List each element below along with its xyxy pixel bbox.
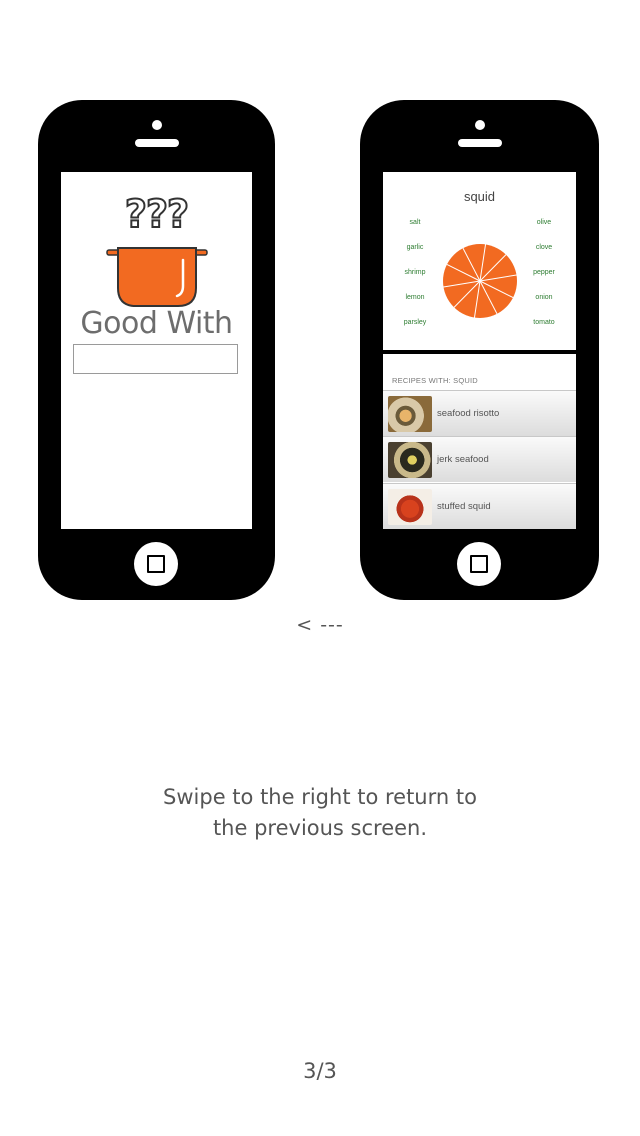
recipe-name: jerk seafood <box>437 454 489 465</box>
ingredient-card: squid salt garlic shrimp lemon parsley o… <box>383 172 576 350</box>
ingredient-search-input[interactable] <box>73 344 238 374</box>
ingredient-item[interactable]: pepper <box>524 269 564 276</box>
recipe-thumbnail <box>388 442 432 478</box>
ingredient-item[interactable]: lemon <box>395 294 435 301</box>
home-square-icon <box>147 555 165 573</box>
ingredient-item[interactable]: onion <box>524 294 564 301</box>
recipe-row[interactable]: seafood risotto <box>383 390 576 436</box>
ingredient-item[interactable]: clove <box>524 244 564 251</box>
recipe-row[interactable]: jerk seafood <box>383 436 576 482</box>
phone-screen-results: squid salt garlic shrimp lemon parsley o… <box>383 172 576 529</box>
speaker-slot <box>135 139 179 147</box>
phone-mockup-right: squid salt garlic shrimp lemon parsley o… <box>360 100 599 600</box>
ingredient-title: squid <box>463 189 496 204</box>
recipe-name: stuffed squid <box>437 501 491 512</box>
camera-dot <box>152 120 162 130</box>
ingredient-item[interactable]: garlic <box>395 244 435 251</box>
recipe-row[interactable]: stuffed squid <box>383 483 576 529</box>
recipes-header: RECIPES WITH: SQUID <box>392 376 478 385</box>
cooking-pot-icon <box>106 247 208 307</box>
home-square-icon <box>470 555 488 573</box>
recipe-thumbnail <box>388 489 432 525</box>
page-indicator: 3/3 <box>303 1059 337 1083</box>
instruction-text: Swipe to the right to return to the prev… <box>0 782 640 844</box>
phone-screen-search: ??? Good With <box>61 172 252 529</box>
instruction-line-1: Swipe to the right to return to <box>163 785 477 809</box>
phone-mockup-left: ??? Good With <box>38 100 275 600</box>
recipes-card: RECIPES WITH: SQUID seafood risotto jerk… <box>383 354 576 529</box>
home-button[interactable] <box>457 542 501 586</box>
recipe-thumbnail <box>388 396 432 432</box>
ingredient-pie-chart <box>443 244 517 318</box>
question-marks: ??? <box>124 192 190 236</box>
camera-dot <box>475 120 485 130</box>
speaker-slot <box>458 139 502 147</box>
ingredient-item[interactable]: parsley <box>395 319 435 326</box>
ingredient-item[interactable]: olive <box>524 219 564 226</box>
ingredient-item[interactable]: tomato <box>524 319 564 326</box>
swipe-arrow-hint: < --- <box>296 614 344 636</box>
ingredient-item[interactable]: shrimp <box>395 269 435 276</box>
ingredient-item[interactable]: salt <box>395 219 435 226</box>
recipe-name: seafood risotto <box>437 408 500 419</box>
instruction-line-2: the previous screen. <box>212 816 428 840</box>
home-button[interactable] <box>134 542 178 586</box>
app-title: Good With <box>80 306 233 341</box>
